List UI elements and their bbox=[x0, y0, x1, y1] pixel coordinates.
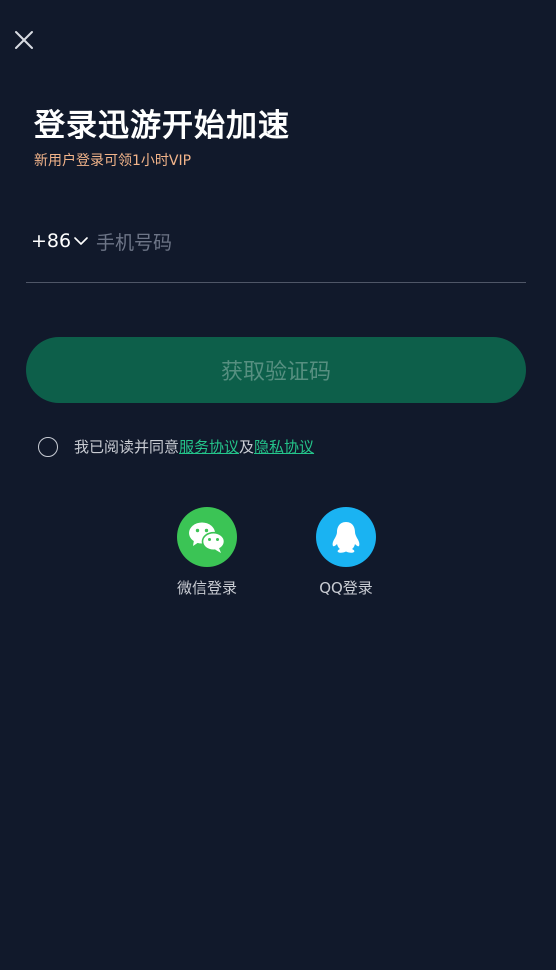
close-icon bbox=[15, 31, 33, 49]
qq-login-label: QQ登录 bbox=[319, 579, 373, 597]
privacy-agreement-link[interactable]: 隐私协议 bbox=[254, 436, 314, 457]
country-code-label: +86 bbox=[31, 230, 72, 252]
close-button[interactable] bbox=[12, 28, 36, 52]
agreement-and: 及 bbox=[239, 438, 255, 456]
wechat-icon bbox=[189, 522, 226, 553]
wechat-login-label: 微信登录 bbox=[176, 579, 237, 597]
wechat-login-button[interactable]: 微信登录 bbox=[152, 507, 262, 598]
phone-number-input[interactable] bbox=[96, 226, 496, 260]
promo-subtitle: 新用户登录可领1小时VIP bbox=[34, 153, 192, 169]
agreement-prefix: 我已阅读并同意 bbox=[74, 438, 180, 456]
qq-icon bbox=[332, 522, 360, 553]
qq-icon-circle bbox=[316, 507, 376, 567]
service-agreement-link[interactable]: 服务协议 bbox=[179, 436, 239, 457]
agreement-checkbox[interactable] bbox=[38, 436, 58, 457]
wechat-icon-circle bbox=[177, 507, 237, 567]
chevron-down-icon bbox=[74, 237, 88, 245]
get-verification-code-button[interactable]: 获取验证码 bbox=[26, 337, 526, 403]
page-title: 登录迅游开始加速 bbox=[34, 108, 290, 144]
agreement-row: 我已阅读并同意 服务协议及隐私协议 bbox=[38, 436, 314, 457]
qq-login-button[interactable]: QQ登录 bbox=[291, 507, 401, 598]
phone-input-row: +86 bbox=[26, 220, 526, 283]
country-code-selector[interactable]: +86 bbox=[31, 230, 88, 252]
